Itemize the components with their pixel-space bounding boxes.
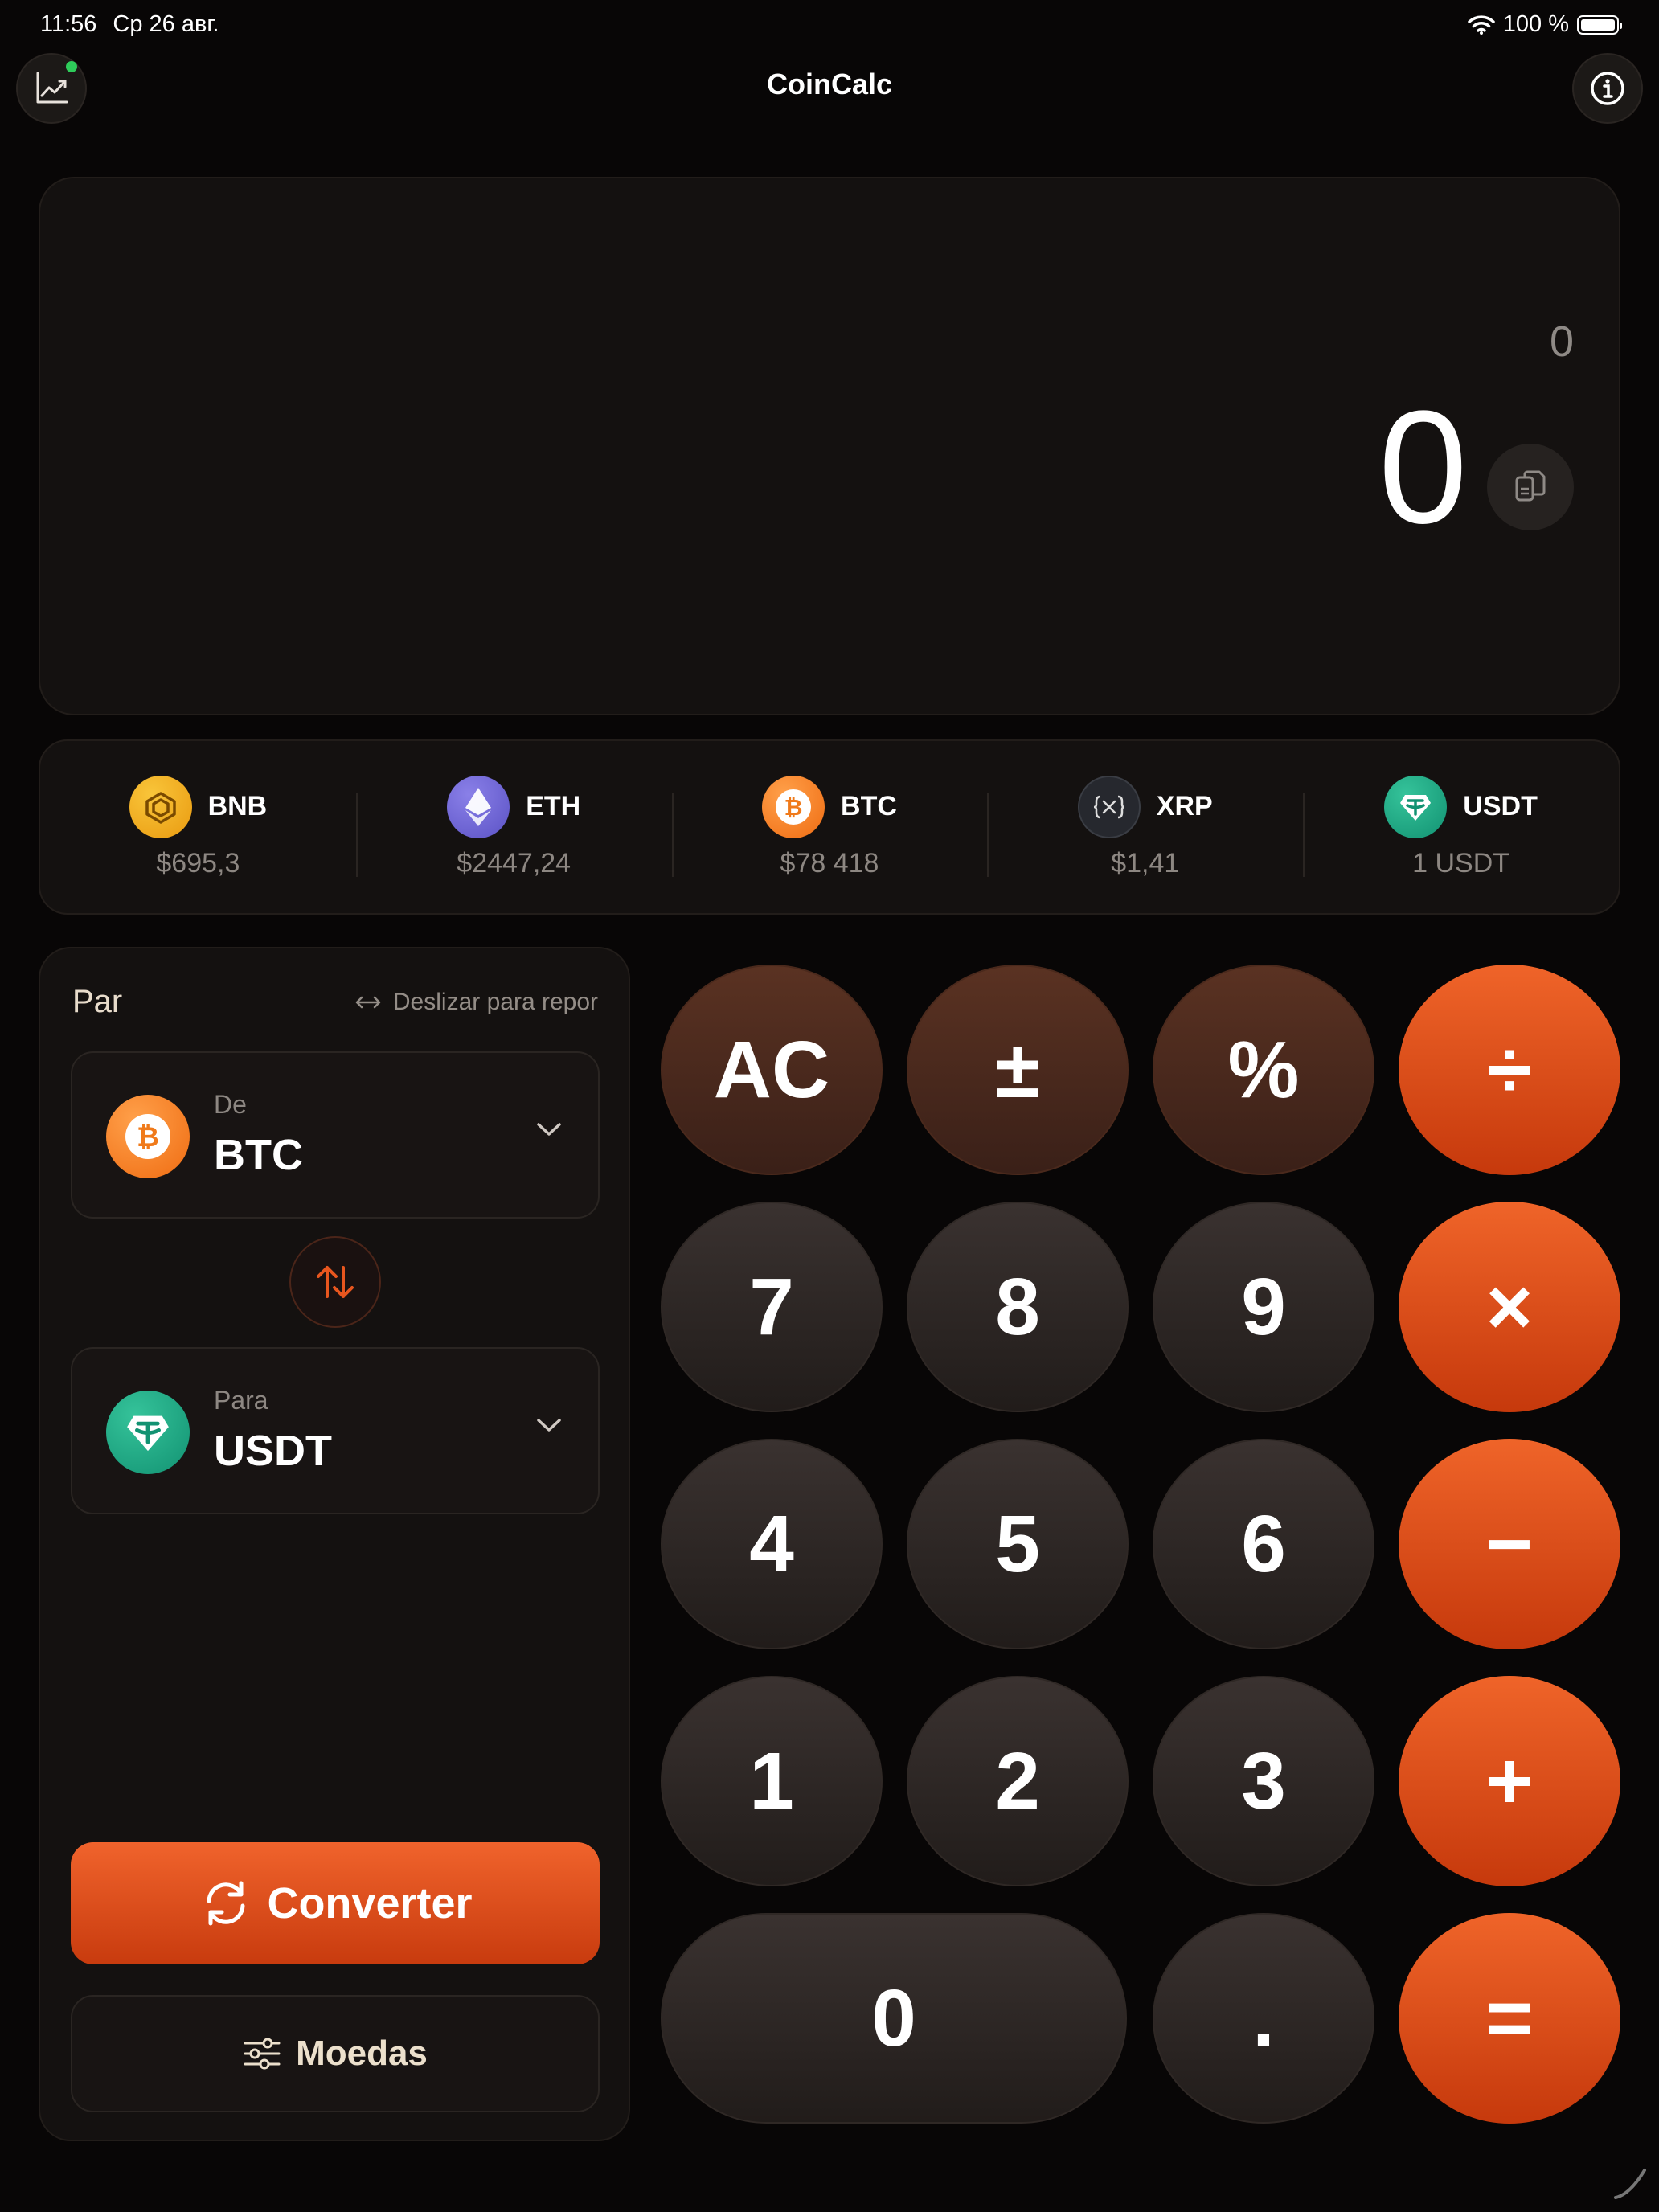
ticker-item-usdt[interactable]: USDT 1 USDT [1303, 775, 1619, 879]
ticker-price: 1 USDT [1412, 847, 1510, 879]
svg-text:₿: ₿ [784, 794, 803, 821]
info-button[interactable] [1572, 53, 1643, 124]
status-bar-left: 11:56 Ср 26 авг. [40, 11, 219, 38]
decimal-key[interactable]: . [1153, 1913, 1374, 2124]
swap-icon [317, 1266, 354, 1298]
ticker-price: $2447,24 [457, 847, 571, 879]
ticker-item-xrp[interactable]: XRP $1,41 [987, 775, 1303, 879]
calculator-display: 0 0 [39, 177, 1620, 715]
status-date: Ср 26 авг. [113, 11, 219, 37]
battery-icon [1577, 14, 1622, 35]
currencies-label: Moedas [296, 2034, 428, 2073]
sliders-icon [244, 2038, 281, 2070]
bitcoin-icon: ₿ [106, 1095, 190, 1178]
status-bar-right: 100 % [1468, 11, 1622, 38]
from-caption: De [214, 1090, 247, 1119]
wifi-icon [1468, 14, 1495, 35]
status-time: 11:56 [40, 11, 97, 37]
swap-currencies-button[interactable] [289, 1236, 381, 1328]
battery-percentage: 100 % [1502, 11, 1569, 37]
ticker-symbol: BTC [841, 791, 897, 821]
from-currency-select[interactable]: ₿ De BTC [71, 1051, 600, 1219]
copy-icon [1515, 470, 1546, 502]
ticker-symbol: BNB [207, 791, 268, 821]
key-8[interactable]: 8 [907, 1202, 1129, 1412]
ticker-item-eth[interactable]: ETH $2447,24 [355, 775, 672, 879]
key-2[interactable]: 2 [907, 1676, 1129, 1886]
ticker-price: $1,41 [1111, 847, 1180, 879]
multiply-key[interactable]: × [1399, 1202, 1620, 1412]
percent-key[interactable]: % [1153, 965, 1374, 1175]
key-5[interactable]: 5 [907, 1439, 1129, 1649]
swipe-hint: Deslizar para repor [354, 989, 598, 1016]
convert-button[interactable]: Converter [71, 1842, 600, 1964]
currencies-button[interactable]: Moedas [71, 1995, 600, 2112]
key-7[interactable]: 7 [661, 1202, 883, 1412]
to-caption: Para [214, 1386, 268, 1415]
key-9[interactable]: 9 [1153, 1202, 1374, 1412]
ticker-price: $695,3 [156, 847, 240, 879]
plus-key[interactable]: + [1399, 1676, 1620, 1886]
minus-key[interactable]: − [1399, 1439, 1620, 1649]
bnb-icon [129, 775, 192, 838]
key-4[interactable]: 4 [661, 1439, 883, 1649]
ticker-symbol: XRP [1156, 791, 1213, 821]
divide-key[interactable]: ÷ [1399, 965, 1620, 1175]
to-value: USDT [214, 1427, 332, 1475]
plus-minus-key[interactable]: ± [907, 965, 1129, 1175]
key-6[interactable]: 6 [1153, 1439, 1374, 1649]
tether-icon [106, 1391, 190, 1474]
copy-result-button[interactable] [1487, 444, 1574, 530]
price-ticker: BNB $695,3 ETH $2447,24 ₿ BTC $78 418 XR… [39, 739, 1620, 915]
refresh-icon [207, 1881, 245, 1926]
bitcoin-icon: ₿ [762, 775, 825, 838]
ticker-item-btc[interactable]: ₿ BTC $78 418 [671, 775, 988, 879]
convert-label: Converter [267, 1879, 473, 1927]
pair-title: Par [72, 984, 123, 1019]
ethereum-icon [447, 775, 510, 838]
from-value: BTC [214, 1131, 303, 1179]
ticker-item-bnb[interactable]: BNB $695,3 [40, 775, 356, 879]
to-currency-select[interactable]: Para USDT [71, 1347, 600, 1514]
key-3[interactable]: 3 [1153, 1676, 1374, 1886]
result-text: 0 [1378, 378, 1468, 557]
swipe-hint-text: Deslizar para repor [392, 989, 598, 1015]
swipe-arrows-icon [355, 996, 381, 1009]
xrp-icon [1077, 775, 1141, 838]
info-icon [1591, 72, 1624, 105]
currency-pair-panel: Par Deslizar para repor ₿ De BTC Para US… [39, 947, 630, 2141]
ticker-symbol: USDT [1463, 791, 1538, 821]
all-clear-key[interactable]: AC [661, 965, 883, 1175]
key-1[interactable]: 1 [661, 1676, 883, 1886]
ticker-symbol: ETH [526, 791, 581, 821]
key-0[interactable]: 0 [661, 1913, 1127, 2124]
svg-text:₿: ₿ [137, 1121, 159, 1153]
ticker-price: $78 418 [780, 847, 879, 879]
resize-handle-icon [1614, 2169, 1646, 2199]
chevron-down-icon [537, 1419, 561, 1432]
app-title: CoinCalc [766, 68, 893, 100]
equals-key[interactable]: = [1399, 1913, 1620, 2124]
tether-icon [1384, 775, 1448, 838]
chevron-down-icon [537, 1123, 561, 1136]
expression-text: 0 [1549, 317, 1574, 366]
